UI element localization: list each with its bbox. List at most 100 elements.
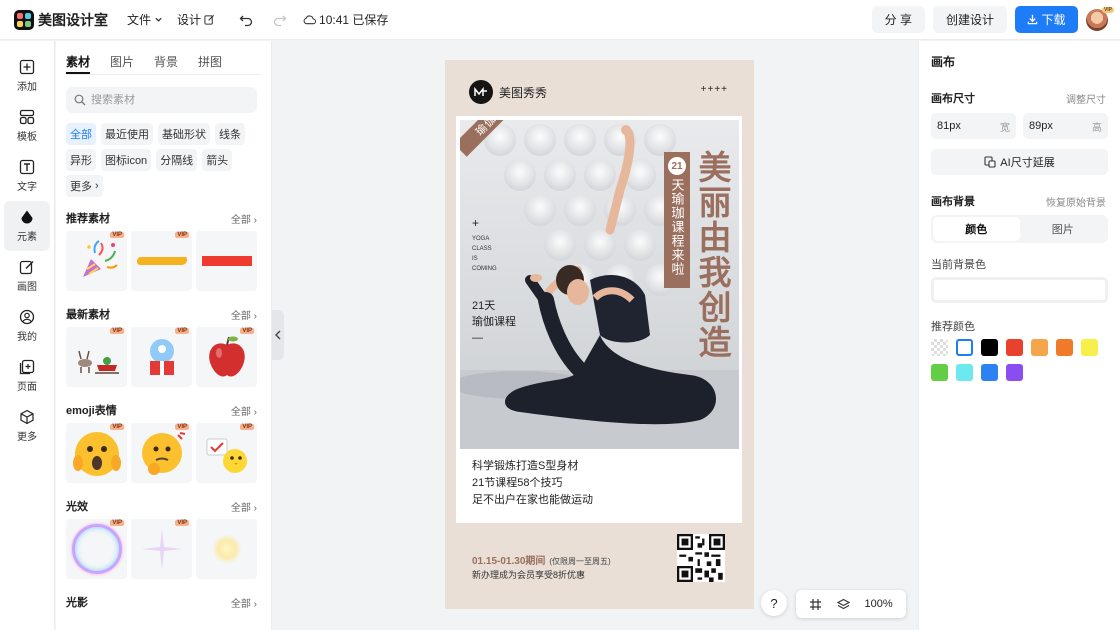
save-status: 10:41 已保存 (303, 11, 388, 28)
height-field[interactable]: 89px 高 (1023, 113, 1108, 139)
color-swatch[interactable] (981, 364, 998, 381)
vip-badge: VIP (1101, 6, 1114, 13)
see-all-link[interactable]: 全部 › (231, 403, 257, 418)
vip-tag: VIP (240, 328, 254, 334)
color-swatch[interactable] (981, 339, 998, 356)
chip-more[interactable]: 更多 › (66, 175, 103, 197)
chip-recent[interactable]: 最近使用 (101, 123, 153, 145)
section-emoji: emoji表情 全部 › (66, 401, 257, 419)
chick-image (206, 438, 247, 473)
rail-item-template[interactable]: 模板 (0, 101, 54, 151)
adjust-size-link[interactable]: 调整尺寸 (1066, 91, 1106, 106)
thumb-row: VIP VIP VIP (66, 423, 271, 483)
canvas-bg-label: 画布背景 (931, 196, 975, 208)
chip-basic-shapes[interactable]: 基础形状 (158, 123, 210, 145)
poster-description: 科学锻炼打造S型身材 21节课程58个技巧 足不出户在家也能做运动 (472, 460, 593, 506)
asset-reindeer-sleigh[interactable]: VIP (66, 327, 127, 387)
asset-red-bar[interactable] (196, 231, 257, 291)
rail-item-draw[interactable]: 画图 (0, 251, 54, 301)
yellow-stroke-image (136, 257, 187, 265)
search-input[interactable] (91, 94, 241, 106)
rail-item-page[interactable]: 页面 (0, 351, 54, 401)
create-design-button[interactable]: 创建设计 (932, 6, 1007, 33)
chip-icons[interactable]: 图标icon (101, 149, 152, 171)
canvas-poster[interactable]: 美图秀秀 ++++ + YOGA CLASS IS COMING 21天 瑜伽课… (445, 60, 754, 609)
file-menu[interactable]: 文件 (127, 11, 163, 28)
tab-collage[interactable]: 拼图 (198, 53, 222, 74)
panel-collapse-handle[interactable] (272, 310, 284, 360)
sleigh-image (77, 350, 119, 374)
color-swatch[interactable] (931, 364, 948, 381)
tab-backgrounds[interactable]: 背景 (154, 53, 178, 74)
rail-item-mine[interactable]: 我的 (0, 301, 54, 351)
zoom-level[interactable]: 100% (865, 598, 893, 610)
help-button[interactable]: ? (761, 590, 787, 616)
color-swatch[interactable] (1006, 364, 1023, 381)
see-all-link[interactable]: 全部 › (231, 307, 257, 322)
chip-lines[interactable]: 线条 (215, 123, 245, 145)
color-swatch[interactable] (1081, 339, 1098, 356)
search-icon (74, 94, 86, 106)
tab-images[interactable]: 图片 (110, 53, 134, 74)
chip-all[interactable]: 全部 (66, 123, 96, 145)
avatar[interactable]: VIP (1086, 6, 1114, 31)
asset-yellow-brush[interactable]: VIP (131, 231, 192, 291)
chevron-right-icon: › (92, 180, 99, 192)
asset-tabs: 素材 图片 背景 拼图 (66, 53, 261, 75)
template-icon (19, 109, 35, 125)
chip-dividers[interactable]: 分隔线 (156, 149, 198, 171)
rail-item-elements[interactable]: 元素 (4, 201, 50, 251)
current-bg-color-field[interactable] (931, 277, 1108, 303)
section-light: 光效 全部 › (66, 497, 257, 515)
bg-type-image[interactable]: 图片 (1020, 217, 1107, 241)
grid-icon[interactable] (809, 598, 822, 611)
shocked-face-image (72, 432, 121, 476)
asset-chick-emoji[interactable]: VIP (196, 423, 257, 483)
asset-bubble-light[interactable]: VIP (66, 519, 127, 579)
shapes-icon (21, 210, 33, 224)
restore-bg-link[interactable]: 恢复原始背景 (1046, 194, 1106, 209)
width-field[interactable]: 81px 宽 (931, 113, 1016, 139)
yoga-photo: 瑜伽亮点 + YOGA CLASS IS COMING 21天 瑜伽课程 — 2… (460, 120, 739, 449)
apple-image (208, 336, 245, 377)
asset-party-popper[interactable]: VIP (66, 231, 127, 291)
see-all-link[interactable]: 全部 › (231, 211, 257, 226)
ai-resize-button[interactable]: AI尺寸延展 (931, 149, 1108, 175)
asset-snow-globe[interactable]: VIP (131, 327, 192, 387)
chip-irregular[interactable]: 异形 (66, 149, 96, 171)
share-button[interactable]: 分 享 (871, 6, 925, 33)
tab-materials[interactable]: 素材 (66, 53, 91, 74)
color-swatch[interactable] (931, 339, 948, 356)
design-menu[interactable]: 设计 (177, 11, 215, 28)
layers-icon[interactable] (836, 598, 850, 611)
yoga-class-caption: YOGA CLASS IS COMING (472, 236, 497, 272)
thumb-row: VIP VIP (66, 519, 271, 579)
vip-tag: VIP (110, 328, 124, 334)
undo-button[interactable] (239, 13, 253, 27)
app-name: 美图设计室 (38, 11, 108, 28)
download-button[interactable]: 下载 (1015, 6, 1078, 33)
color-swatch[interactable] (1006, 339, 1023, 356)
color-swatch[interactable] (1056, 339, 1073, 356)
see-all-link[interactable]: 全部 › (231, 499, 257, 514)
asset-red-apple[interactable]: VIP (196, 327, 257, 387)
app-logo[interactable]: 美图设计室 (14, 9, 114, 30)
poster-card: 瑜伽亮点 + YOGA CLASS IS COMING 21天 瑜伽课程 — 2… (456, 116, 742, 523)
rail-item-text[interactable]: 文字 (0, 151, 54, 201)
redo-button[interactable] (273, 13, 287, 27)
see-all-link[interactable]: 全部 › (231, 595, 257, 610)
bg-type-color[interactable]: 颜色 (933, 217, 1020, 241)
search-box[interactable] (66, 87, 257, 113)
vip-tag: VIP (175, 328, 189, 334)
rail-item-add[interactable]: 添加 (0, 51, 54, 101)
asset-thinking-emoji[interactable]: VIP (131, 423, 192, 483)
color-swatch[interactable] (1031, 339, 1048, 356)
asset-glow-light[interactable] (196, 519, 257, 579)
asset-shocked-emoji[interactable]: VIP (66, 423, 127, 483)
color-swatch[interactable] (956, 364, 973, 381)
color-swatch[interactable] (956, 339, 973, 356)
rail-item-more[interactable]: 更多 (0, 401, 54, 451)
chip-arrows[interactable]: 箭头 (202, 149, 233, 171)
asset-sparkle-light[interactable]: VIP (131, 519, 192, 579)
vip-tag: VIP (175, 520, 189, 526)
